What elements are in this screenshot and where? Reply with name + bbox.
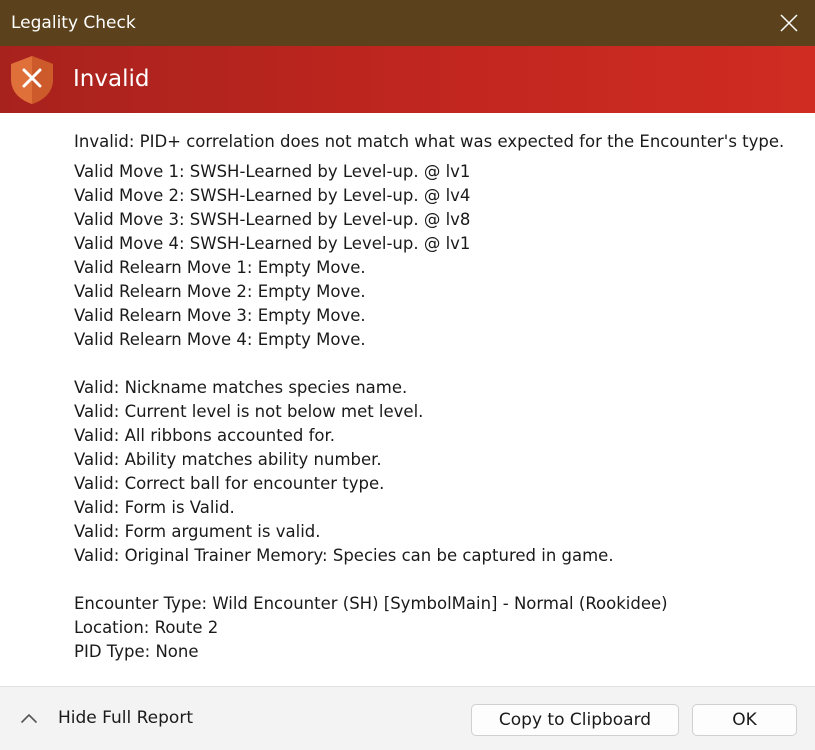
report-summary: Invalid: PID+ correlation does not match… [74,132,785,151]
check-line: Valid: Form is Valid. [74,498,235,517]
window-title: Legality Check [11,13,136,33]
encounter-pid-type: PID Type: None [74,642,199,661]
status-banner: Invalid [0,46,815,113]
shield-error-icon [11,56,53,104]
check-line: Valid: All ribbons accounted for. [74,426,335,445]
check-line: Valid: Nickname matches species name. [74,378,408,397]
report-content: Invalid: PID+ correlation does not match… [74,130,805,664]
relearn-move-line: Valid Relearn Move 2: Empty Move. [74,282,366,301]
close-button[interactable] [763,0,815,46]
move-line: Valid Move 2: SWSH-Learned by Level-up. … [74,186,471,205]
check-line: Valid: Ability matches ability number. [74,450,382,469]
ok-button[interactable]: OK [692,704,797,736]
move-line: Valid Move 4: SWSH-Learned by Level-up. … [74,234,471,253]
relearn-move-line: Valid Relearn Move 4: Empty Move. [74,330,366,349]
check-line: Valid: Current level is not below met le… [74,402,424,421]
check-line: Valid: Original Trainer Memory: Species … [74,546,614,565]
close-icon [780,14,798,32]
move-line: Valid Move 1: SWSH-Learned by Level-up. … [74,162,471,181]
dialog-footer: Hide Full Report Copy to Clipboard OK [0,686,815,750]
chevron-up-icon [21,714,37,723]
encounter-location: Location: Route 2 [74,618,219,637]
relearn-move-line: Valid Relearn Move 3: Empty Move. [74,306,366,325]
encounter-group: Encounter Type: Wild Encounter (SH) [Sym… [74,592,805,664]
status-heading: Invalid [73,66,150,92]
checks-group: Valid: Nickname matches species name. Va… [74,376,805,568]
check-line: Valid: Form argument is valid. [74,522,321,541]
hide-full-report-label: Hide Full Report [58,708,193,728]
move-line: Valid Move 3: SWSH-Learned by Level-up. … [74,210,471,229]
copy-to-clipboard-button[interactable]: Copy to Clipboard [471,704,679,736]
relearn-move-line: Valid Relearn Move 1: Empty Move. [74,258,366,277]
check-line: Valid: Correct ball for encounter type. [74,474,385,493]
title-bar: Legality Check [0,0,815,46]
hide-full-report-toggle[interactable]: Hide Full Report [18,705,193,731]
moves-group: Valid Move 1: SWSH-Learned by Level-up. … [74,160,805,352]
encounter-type: Encounter Type: Wild Encounter (SH) [Sym… [74,594,668,613]
